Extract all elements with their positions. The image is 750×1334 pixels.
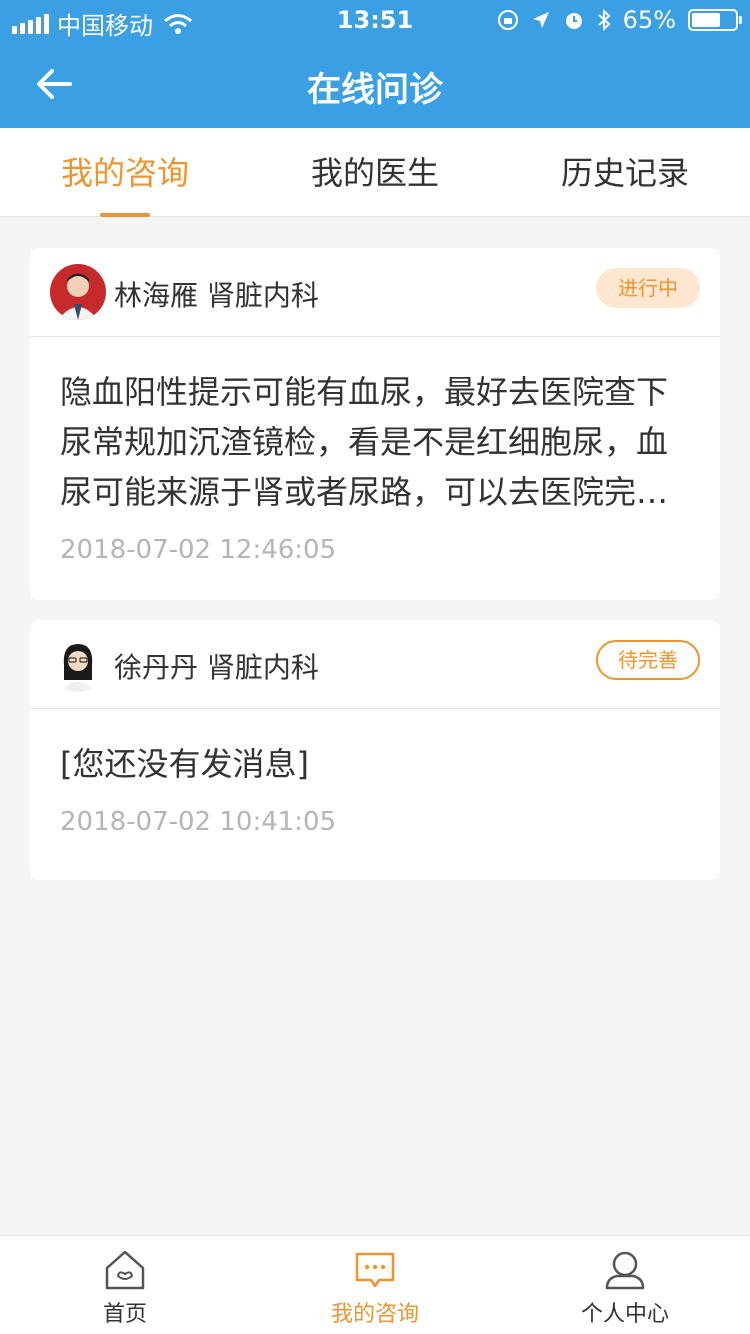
card-body: 隐血阳性提示可能有血尿，最好去医院查下尿常规加沉渣镜检，看是不是红细胞尿，血尿可…	[30, 337, 720, 565]
timestamp: 2018-07-02 10:41:05	[60, 807, 337, 837]
doctor-name: 林海雁 肾脏内科	[114, 279, 319, 312]
tabbar-label: 首页	[102, 1302, 147, 1327]
tabbar-item-consult[interactable]: 我的咨询	[250, 1236, 500, 1334]
battery-label: 65%	[622, 6, 676, 34]
consultation-card[interactable]: 徐丹丹 肾脏内科 待完善 [您还没有发消息] 2018-07-02 10:41:…	[30, 620, 720, 880]
tab-label: 我的咨询	[60, 154, 189, 192]
rotation-lock-icon	[497, 10, 518, 30]
timestamp: 2018-07-02 12:46:05	[60, 535, 337, 565]
alarm-icon	[565, 13, 582, 29]
status-right: 65%	[497, 6, 742, 34]
consultation-card[interactable]: 林海雁 肾脏内科 进行中 隐血阳性提示可能有血尿，最好去医院查下尿常规加沉渣镜检…	[30, 248, 720, 600]
person-icon	[605, 1251, 645, 1290]
tabbar-label: 个人中心	[580, 1302, 669, 1327]
card-header: 林海雁 肾脏内科 进行中	[30, 248, 720, 337]
bottom-tab-bar: 首页 我的咨询 个人中心	[0, 1235, 750, 1334]
status-badge: 待完善	[596, 640, 700, 680]
status-badge: 进行中	[596, 268, 700, 308]
last-message: [您还没有发消息]	[60, 745, 309, 783]
doctor-avatar	[50, 636, 106, 692]
tabbar-label: 我的咨询	[330, 1302, 419, 1327]
nav-bar: 在线问诊	[0, 40, 750, 128]
page-title: 在线问诊	[307, 70, 443, 110]
battery-icon	[688, 9, 742, 31]
doctor-name: 徐丹丹 肾脏内科	[114, 651, 319, 684]
last-message: 隐血阳性提示可能有血尿，最好去医院查下尿常规加沉渣镜检，看是不是红细胞尿，血尿可…	[60, 373, 669, 511]
tab-history[interactable]: 历史记录	[500, 128, 750, 216]
tab-bar: 我的咨询 我的医生 历史记录	[0, 128, 750, 217]
tab-my-doctors[interactable]: 我的医生	[250, 128, 500, 216]
tab-label: 我的医生	[310, 154, 439, 192]
tabbar-item-home[interactable]: 首页	[0, 1236, 250, 1334]
status-bar: 中国移动 13:51 65%	[0, 0, 750, 40]
tabbar-item-profile[interactable]: 个人中心	[500, 1236, 750, 1334]
tab-my-consultations[interactable]: 我的咨询	[0, 128, 250, 217]
tab-label: 历史记录	[560, 154, 689, 192]
tab-indicator	[100, 213, 150, 217]
location-icon	[532, 12, 549, 28]
home-icon	[105, 1250, 145, 1290]
card-body: [您还没有发消息] 2018-07-02 10:41:05	[30, 709, 720, 837]
doctor-avatar	[50, 264, 106, 320]
card-header: 徐丹丹 肾脏内科 待完善	[30, 620, 720, 709]
chat-icon	[355, 1252, 395, 1288]
bluetooth-icon	[597, 9, 611, 31]
